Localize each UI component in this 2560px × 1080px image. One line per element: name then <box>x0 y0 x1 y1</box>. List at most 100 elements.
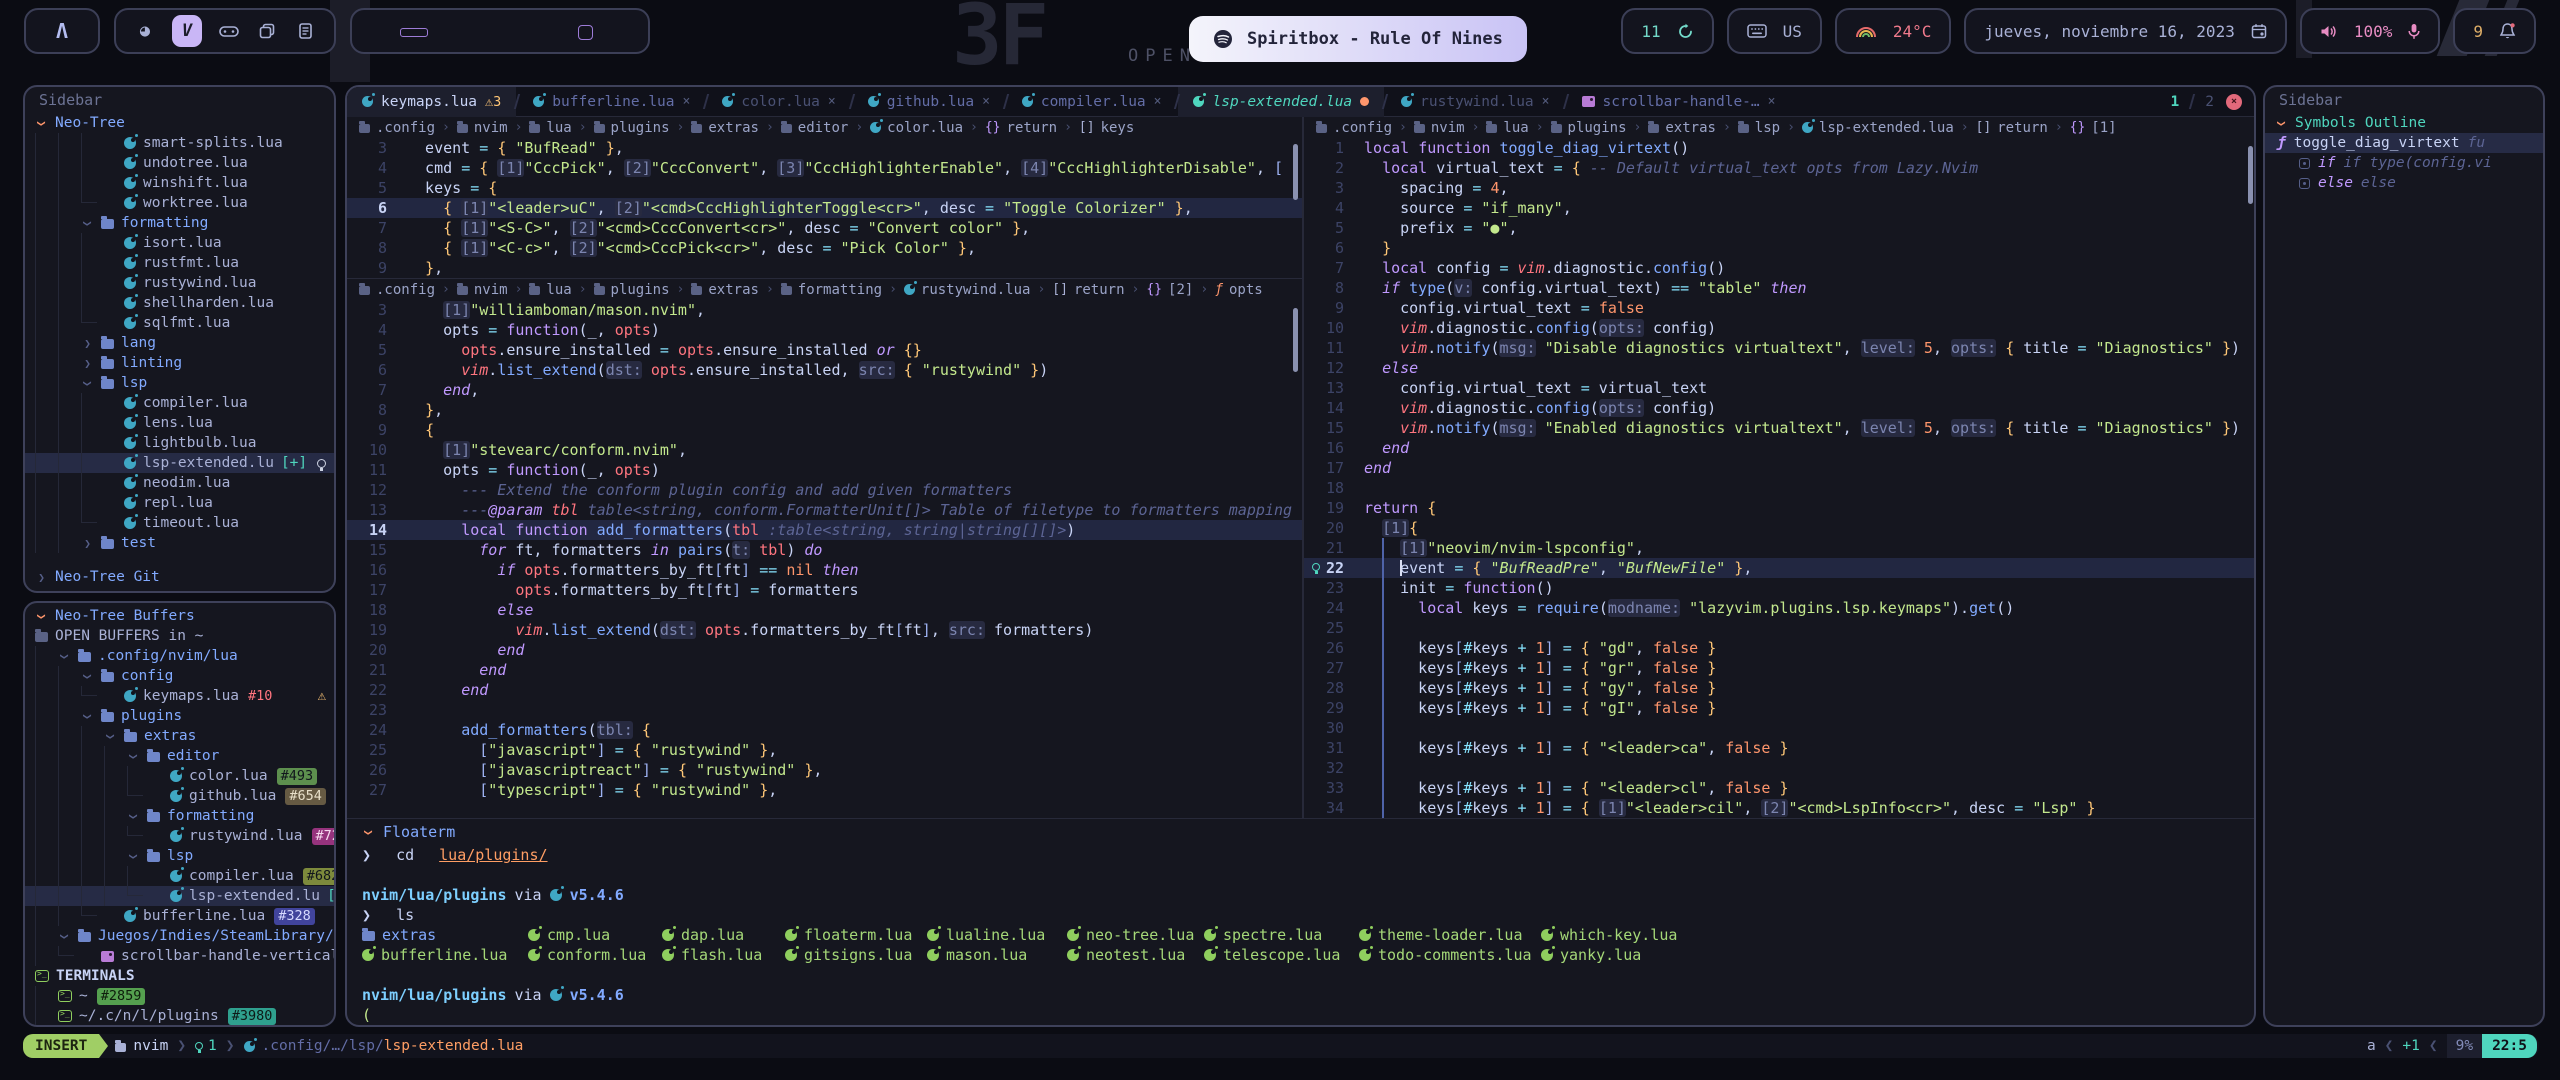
code-line[interactable]: 21 end <box>347 660 1302 680</box>
code-line[interactable]: 13 config.virtual_text = virtual_text <box>1304 378 2256 398</box>
breadcrumb-segment[interactable]: nvim <box>457 282 508 298</box>
tab-color.lua[interactable]: color.lua× <box>707 87 850 117</box>
tree-item[interactable]: sqlfmt.lua <box>25 313 334 333</box>
clock-widget[interactable]: jueves, noviembre 16, 2023 <box>1964 8 2286 54</box>
code-line[interactable]: 5 keys = { <box>347 178 1302 198</box>
tree-item[interactable]: ❯extras <box>25 726 334 746</box>
system-tray[interactable] <box>350 8 650 54</box>
code-line[interactable]: 9 }, <box>347 258 1302 278</box>
close-icon[interactable]: × <box>982 94 990 109</box>
tree-item[interactable]: shellharden.lua <box>25 293 334 313</box>
code-line[interactable]: 18 <box>1304 478 2256 498</box>
ls-entry[interactable]: gitsigns.lua <box>785 945 927 965</box>
code-line[interactable]: 9 config.virtual_text = false <box>1304 298 2256 318</box>
tree-item[interactable]: ❯lsp <box>25 846 334 866</box>
breadcrumb-segment[interactable]: []return <box>1976 120 2048 136</box>
ls-entry[interactable]: dap.lua <box>662 925 785 945</box>
close-icon[interactable]: × <box>1768 94 1776 109</box>
code-line[interactable]: 18 else <box>347 600 1302 620</box>
tree-item[interactable]: bufferline.lua#328 <box>25 906 334 926</box>
code-line[interactable]: 24 local keys = require(modname: "lazyvi… <box>1304 598 2256 618</box>
tree-item[interactable]: rustywind.lua#726 <box>25 826 334 846</box>
breadcrumb-segment[interactable]: editor <box>781 120 849 136</box>
workspace-document-icon[interactable] <box>294 23 316 39</box>
code-line[interactable]: 4 cmd = { [1]"CccPick", [2]"CccConvert",… <box>347 158 1302 178</box>
workspace-vim-active[interactable]: V <box>172 15 202 47</box>
chevron-down-icon[interactable]: ❯ <box>81 217 94 230</box>
chevron-down-icon[interactable]: ❯ <box>81 670 94 683</box>
code-line[interactable]: 22 end <box>347 680 1302 700</box>
keyboard-layout-widget[interactable]: US <box>1727 8 1822 54</box>
ls-entry[interactable]: flash.lua <box>662 945 785 965</box>
breadcrumb-segment[interactable]: nvim <box>1414 120 1465 136</box>
chevron-down-icon[interactable]: ❯ <box>127 750 140 763</box>
close-icon[interactable]: × <box>1154 94 1162 109</box>
tree-item[interactable]: ❯linting <box>25 353 334 373</box>
breadcrumb-segment[interactable]: lua <box>1486 120 1528 136</box>
outline-item[interactable]: ifif type(config.vi <box>2265 153 2543 173</box>
chevron-right-icon[interactable]: ❯ <box>81 357 94 370</box>
code-line[interactable]: 7 { [1]"<S-C>", [2]"<cmd>CccConvert<cr>"… <box>347 218 1302 238</box>
tree-item[interactable]: smart-splits.lua <box>25 133 334 153</box>
code-line[interactable]: 12 else <box>1304 358 2256 378</box>
chevron-down-icon[interactable]: ❯ <box>127 850 140 863</box>
tree-item[interactable]: isort.lua <box>25 233 334 253</box>
workspace-browser-icon[interactable]: ◕ <box>134 21 156 41</box>
tab-keymaps.lua[interactable]: keymaps.lua⚠3 <box>347 87 516 117</box>
breadcrumb-segment[interactable]: lua <box>529 120 571 136</box>
scrollbar-handle[interactable] <box>2248 146 2253 204</box>
code-line[interactable]: 33 keys[#keys + 1] = { "<leader>cl", fal… <box>1304 778 2256 798</box>
tab-rustywind.lua[interactable]: rustywind.lua× <box>1386 87 1564 117</box>
code-line[interactable]: 1local function toggle_diag_virtext() <box>1304 138 2256 158</box>
code-line[interactable]: 14 local function add_formatters(tbl :ta… <box>347 520 1302 540</box>
floaterm-header[interactable]: ❯ Floaterm <box>362 819 2254 845</box>
ls-entry[interactable]: extras <box>362 925 528 945</box>
code-line[interactable]: 25 ["javascript"] = { "rustywind" }, <box>347 740 1302 760</box>
code-line[interactable]: 17 opts.formatters_by_ft[ft] = formatter… <box>347 580 1302 600</box>
code-line[interactable]: 20 [1]{ <box>1304 518 2256 538</box>
code-line[interactable]: 7 end, <box>347 380 1302 400</box>
code-line[interactable]: 32 <box>1304 758 2256 778</box>
breadcrumb-segment[interactable]: lua <box>529 282 571 298</box>
tab-github.lua[interactable]: github.lua× <box>853 87 1005 117</box>
tree-item[interactable]: ❯config <box>25 666 334 686</box>
ls-entry[interactable]: todo-comments.lua <box>1359 945 1541 965</box>
ls-entry[interactable]: floaterm.lua <box>785 925 927 945</box>
code-line[interactable]: 8 { [1]"<C-c>", [2]"<cmd>CccPick<cr>", d… <box>347 238 1302 258</box>
code-line[interactable]: 4 source = "if_many", <box>1304 198 2256 218</box>
tree-item[interactable]: lsp-extended.lu[+] <box>25 453 334 473</box>
tabpage-current[interactable]: 1 <box>2171 94 2180 110</box>
code-line[interactable]: 16 end <box>1304 438 2256 458</box>
close-icon[interactable]: × <box>828 94 836 109</box>
breadcrumb-segment[interactable]: .config <box>1316 120 1392 136</box>
ls-entry[interactable]: spectre.lua <box>1204 925 1359 945</box>
tree-item[interactable]: ❯formatting <box>25 213 334 233</box>
notifications-widget[interactable]: 9 <box>2453 8 2536 54</box>
code-line[interactable]: 9 { <box>347 420 1302 440</box>
code-line[interactable]: 34 keys[#keys + 1] = { [1]"<leader>cil",… <box>1304 798 2256 818</box>
ls-entry[interactable]: cmp.lua <box>528 925 662 945</box>
tree-item[interactable]: lens.lua <box>25 413 334 433</box>
tab-scrollbar-handle-…[interactable]: scrollbar-handle-…× <box>1567 87 1791 117</box>
breadcrumb-segment[interactable]: plugins <box>1551 120 1627 136</box>
ls-entry[interactable]: mason.lua <box>927 945 1067 965</box>
breadcrumb-segment[interactable]: .config <box>359 282 435 298</box>
code-line[interactable]: 24 add_formatters(tbl: { <box>347 720 1302 740</box>
tree-item[interactable]: timeout.lua <box>25 513 334 533</box>
chevron-right-icon[interactable]: ❯ <box>81 337 94 350</box>
typed-text[interactable]: ( <box>362 1005 371 1025</box>
tree-item[interactable]: winshift.lua <box>25 173 334 193</box>
code-line[interactable]: 21 [1]"neovim/nvim-lspconfig", <box>1304 538 2256 558</box>
code-line[interactable]: 10 vim.diagnostic.config(opts: config) <box>1304 318 2256 338</box>
breadcrumb-segment[interactable]: .config <box>359 120 435 136</box>
code-line[interactable]: 31 keys[#keys + 1] = { "<leader>ca", fal… <box>1304 738 2256 758</box>
workspace-gamepad-icon[interactable] <box>218 24 240 38</box>
neotree-git-section-header[interactable]: ❯ Neo-Tree Git <box>25 567 334 587</box>
tray-bar-icon[interactable] <box>400 28 428 37</box>
outline-item[interactable]: elseelse <box>2265 173 2543 193</box>
code-line[interactable]: 25 <box>1304 618 2256 638</box>
tree-item[interactable]: compiler.lua <box>25 393 334 413</box>
tree-item[interactable]: TERMINALS <box>25 966 334 986</box>
breadcrumb-segment[interactable]: plugins <box>594 282 670 298</box>
chevron-down-icon[interactable]: ❯ <box>81 710 94 723</box>
